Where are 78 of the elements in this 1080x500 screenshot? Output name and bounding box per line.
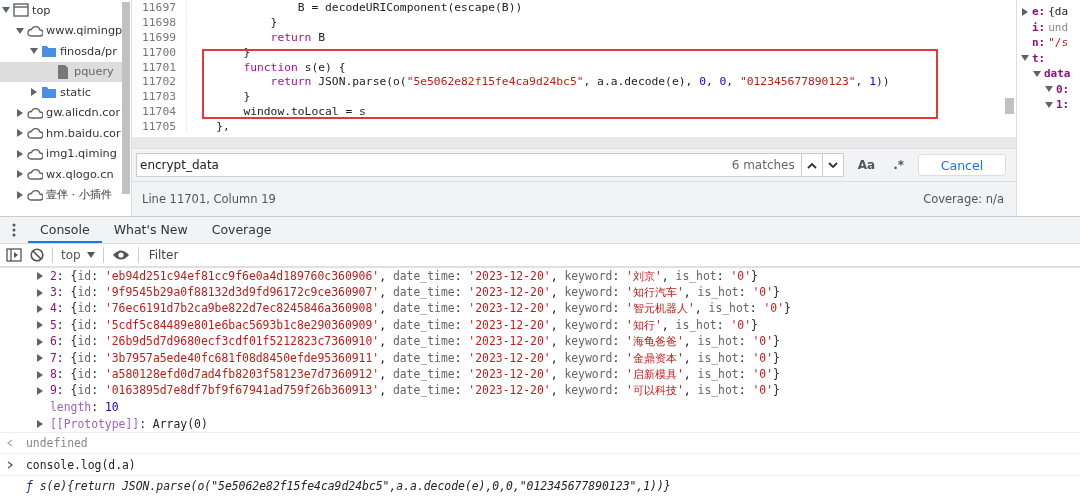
tree-item[interactable]: wx.qlogo.cn <box>0 164 123 185</box>
drawer-tab[interactable]: What's New <box>101 217 200 243</box>
cancel-button[interactable]: Cancel <box>918 154 1006 176</box>
code-line: function s(e) { <box>242 60 346 74</box>
property-name: n: <box>1032 36 1046 50</box>
folder-icon <box>41 43 57 60</box>
line-number: 11705 <box>132 120 187 134</box>
line-number: 11700 <box>132 45 187 59</box>
drawer-tab[interactable]: Console <box>28 217 102 243</box>
scrollbar[interactable] <box>1005 98 1014 114</box>
console-output: 4: {id: '76ec6191d7b2ca9be822d7ec8245846a360908', date_time: '2023-12-20', keyword: '智元机器人', is_hot: '0'} <box>49 301 791 317</box>
console-output: length: 10 <box>49 400 119 415</box>
tree-item[interactable]: img1.qiming <box>0 143 123 164</box>
dropdown-caret-icon <box>86 252 95 258</box>
context-select[interactable]: top <box>61 248 95 262</box>
console-output: 2: {id: 'eb94d251c94ef81cc9f6e0a4d189760c360906', date_time: '2023-12-20', keyword: '刘京', is_hot: '0'} <box>49 268 758 284</box>
regex-button[interactable]: .* <box>889 158 908 172</box>
property-value: "/s <box>1048 36 1069 50</box>
console-output: ƒ s(e){return JSON.parse(o("5e5062e82f15fe4ca9d24bc5",a.a.decode(e),0,0,"012345677890123",1))} <box>25 479 671 494</box>
property-name: data <box>1044 67 1071 81</box>
eye-icon <box>111 249 130 261</box>
property-name: t: <box>1032 51 1046 65</box>
console-output: 6: {id: '26b9d5d7d9680ecf3cdf01f5212823c7360910', date_time: '2023-12-20', keyword: '海龟爸爸', is_hot: '0'} <box>49 334 780 350</box>
search-field[interactable]: encrypt_data 6 matches <box>136 153 844 177</box>
line-number: 11701 <box>132 60 187 74</box>
cursor-position: Line 11701, Column 19 <box>142 192 276 206</box>
cloud-icon <box>27 125 43 142</box>
property-name: i: <box>1032 20 1046 34</box>
frame-icon <box>13 2 29 19</box>
tree-item[interactable]: top <box>0 0 123 21</box>
code-line: } <box>269 15 278 29</box>
property-name: e: <box>1032 5 1046 19</box>
tree-item[interactable]: finosda/pr <box>0 41 123 62</box>
property-value: und <box>1048 20 1069 34</box>
console-output: [[Prototype]]: Array(0) <box>49 416 208 431</box>
line-number: 11702 <box>132 75 187 89</box>
tree-item[interactable]: static <box>0 82 123 103</box>
code-line: B = decodeURIComponent(escape(B)) <box>296 0 523 14</box>
console-output: 3: {id: '9f9545b29a0f88132d3d9fd96172c9ce360907', date_time: '2023-12-20', keyword: '知行汽车', is_hot: '0'} <box>49 285 780 301</box>
file-icon <box>55 63 71 80</box>
caret-up-icon <box>806 161 817 169</box>
tree-item[interactable]: www.qimingp <box>0 20 123 41</box>
console-output: undefined <box>25 436 88 451</box>
console-output: 9: {id: '0163895d7e8df7bf9f67941ad759f26b360913', date_time: '2023-12-20', keyword: '可以科技', is_hot: '0'} <box>49 383 780 399</box>
tree-item[interactable]: gw.alicdn.cor <box>0 102 123 123</box>
sidebar-toggle-icon <box>6 248 22 262</box>
tree-item[interactable]: 壹伴 · 小插件 <box>0 184 123 205</box>
property-name: 0: <box>1056 82 1070 96</box>
line-number: 11698 <box>132 15 187 29</box>
code-line: return B <box>269 30 326 44</box>
line-number: 11699 <box>132 30 187 44</box>
console-output: 7: {id: '3b7957a5ede40fc681f08d8450efde95360911', date_time: '2023-12-20', keyword: '金鼎资本', is_hot: '0'} <box>49 350 780 366</box>
scrollbar[interactable] <box>122 2 130 194</box>
scrollbar[interactable] <box>132 137 1016 149</box>
more-menu-icon <box>12 223 16 237</box>
console-output: 5: {id: '5cdf5c84489e801e6bac5693b1c8e290360909', date_time: '2023-12-20', keyword: '知行', is_hot: '0'} <box>49 317 758 333</box>
line-number: 11697 <box>132 0 187 14</box>
tree-item[interactable]: pquery <box>0 61 123 82</box>
match-case-button[interactable]: Aa <box>853 158 880 172</box>
code-line: } <box>242 90 251 104</box>
coverage-status: Coverage: n/a <box>923 192 1004 206</box>
clear-console-icon <box>30 248 44 262</box>
console-output: console.log(d.a) <box>25 457 136 472</box>
code-line: window.toLocal = s <box>242 105 366 119</box>
code-line: }, <box>215 120 230 134</box>
prompt-icon <box>6 460 14 469</box>
cloud-icon <box>27 166 43 183</box>
tree-item[interactable]: hm.baidu.cor <box>0 123 123 144</box>
property-name: 1: <box>1056 98 1070 112</box>
line-number: 11704 <box>132 105 187 119</box>
match-count: 6 matches <box>731 158 796 172</box>
property-value: {da <box>1048 5 1069 19</box>
console-output: 8: {id: 'a580128efd0d7ad4fb8203f58123e7d7360912', date_time: '2023-12-20', keyword: '启新模具', is_hot: '0'} <box>49 367 780 383</box>
drawer-tab[interactable]: Coverage <box>199 217 284 243</box>
line-number: 11703 <box>132 90 187 104</box>
caret-down-icon <box>827 161 838 169</box>
code-line: return JSON.parse(o("5e5062e82f15fe4ca9d24bc5", a.a.decode(e), 0, 0, "012345677890123", 1)) <box>269 75 890 89</box>
folder-icon <box>41 84 57 101</box>
